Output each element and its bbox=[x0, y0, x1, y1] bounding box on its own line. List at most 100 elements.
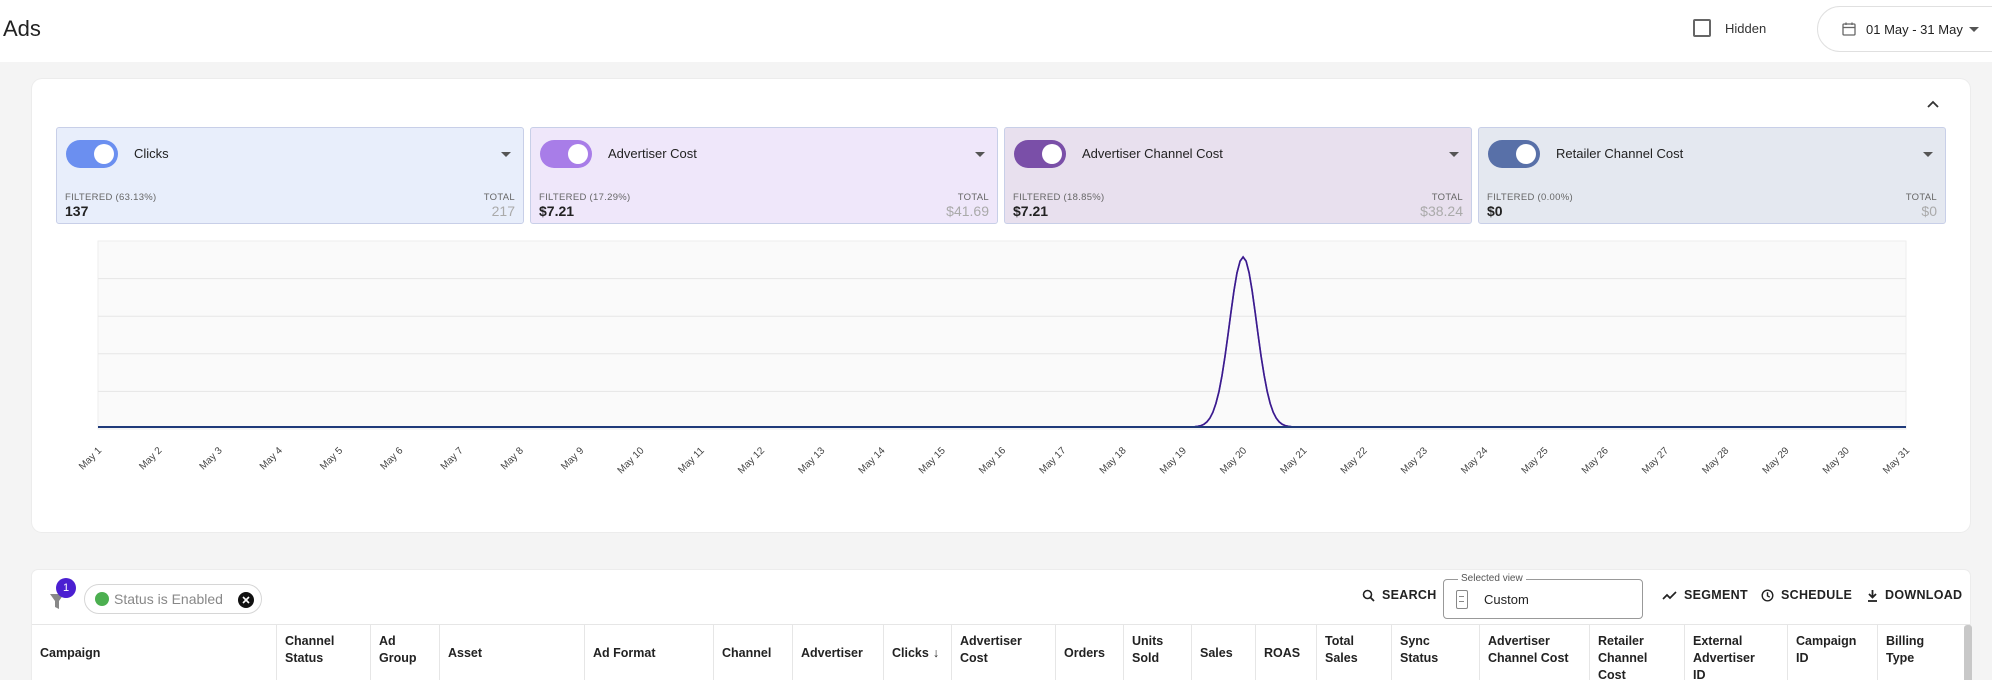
line-chart: May 1 May 2 May 3 May 4 May 5 May 6 May 7 May 8… bbox=[77, 240, 1912, 476]
column-header[interactable]: Sales bbox=[1192, 625, 1256, 680]
chevron-down-icon[interactable] bbox=[975, 152, 985, 157]
collapse-button[interactable] bbox=[1922, 93, 1944, 115]
chevron-down-icon bbox=[1968, 26, 1979, 32]
date-range-picker[interactable]: 01 May - 31 May bbox=[1817, 6, 1992, 52]
column-header[interactable]: Orders bbox=[1056, 625, 1124, 680]
metric-filtered-value: $0 bbox=[1487, 203, 1503, 219]
x-tick-label: May 14 bbox=[857, 445, 888, 476]
metric-filtered-value: $7.21 bbox=[1013, 203, 1049, 219]
column-header-label: Billing Type bbox=[1886, 634, 1925, 665]
x-tick-label: May 29 bbox=[1761, 445, 1792, 476]
chevron-down-icon[interactable] bbox=[501, 152, 511, 157]
metric-toggle[interactable] bbox=[1014, 140, 1066, 168]
chevron-down-icon[interactable] bbox=[1449, 152, 1459, 157]
schedule-label: SCHEDULE bbox=[1781, 588, 1853, 602]
search-label: SEARCH bbox=[1382, 588, 1437, 602]
x-tick-label: May 4 bbox=[258, 445, 285, 472]
x-tick-label: May 1 bbox=[77, 445, 104, 472]
column-header[interactable]: ROAS bbox=[1256, 625, 1317, 680]
selected-view-select[interactable]: Selected view Custom bbox=[1443, 573, 1643, 619]
scrollbar[interactable] bbox=[1964, 625, 1972, 680]
search-icon bbox=[1362, 589, 1375, 602]
selected-view-value: Custom bbox=[1484, 592, 1529, 607]
toggle-knob bbox=[1516, 144, 1536, 164]
metric-toggle[interactable] bbox=[540, 140, 592, 168]
column-header[interactable]: Billing Type bbox=[1878, 625, 1970, 680]
metric-filtered-label: FILTERED (0.00%) bbox=[1487, 192, 1573, 203]
column-header-label: Asset bbox=[448, 645, 483, 660]
date-range-label: 01 May - 31 May bbox=[1866, 21, 1963, 37]
metric-toggle[interactable] bbox=[66, 140, 118, 168]
column-header[interactable]: Ad Group bbox=[371, 625, 440, 680]
column-header[interactable]: Campaign ID bbox=[1788, 625, 1878, 680]
hidden-label: Hidden bbox=[1725, 20, 1767, 36]
toggle-knob bbox=[568, 144, 588, 164]
x-tick-label: May 12 bbox=[736, 445, 767, 476]
metric-card: Advertiser Channel Cost FILTERED (18.85%)… bbox=[1004, 127, 1472, 224]
metric-total-label: TOTAL bbox=[1431, 192, 1463, 203]
column-header-label: Retailer Channel Cost bbox=[1598, 634, 1648, 680]
x-tick-label: May 20 bbox=[1218, 445, 1249, 476]
metric-filtered-label: FILTERED (18.85%) bbox=[1013, 192, 1105, 203]
x-tick-label: May 25 bbox=[1520, 445, 1551, 476]
metric-filtered-label: FILTERED (63.13%) bbox=[65, 192, 157, 203]
column-header[interactable]: Advertiser Cost bbox=[952, 625, 1056, 680]
column-header-label: Total Sales bbox=[1325, 634, 1358, 665]
column-header[interactable]: Channel bbox=[714, 625, 793, 680]
x-tick-label: May 30 bbox=[1821, 445, 1852, 476]
search-button[interactable]: SEARCH bbox=[1362, 588, 1437, 602]
metric-total-value: $38.24 bbox=[1420, 203, 1463, 219]
column-header-label: Ad Format bbox=[593, 645, 656, 660]
schedule-button[interactable]: SCHEDULE bbox=[1761, 588, 1852, 602]
x-tick-label: May 31 bbox=[1881, 445, 1912, 476]
column-header[interactable]: Total Sales bbox=[1317, 625, 1392, 680]
view-icon bbox=[1456, 590, 1468, 609]
column-header[interactable]: Asset bbox=[440, 625, 585, 680]
download-button[interactable]: DOWNLOAD bbox=[1867, 588, 1962, 602]
column-header[interactable]: Clicks ↓ bbox=[884, 625, 952, 680]
column-header[interactable]: Sync Status bbox=[1392, 625, 1480, 680]
metric-total-label: TOTAL bbox=[957, 192, 989, 203]
hidden-toggle[interactable]: Hidden bbox=[1693, 19, 1766, 37]
top-bar: Ads Hidden 01 May - 31 May bbox=[0, 0, 1992, 62]
trending-icon bbox=[1662, 590, 1677, 600]
x-tick-label: May 8 bbox=[499, 445, 526, 472]
x-tick-label: May 5 bbox=[318, 445, 345, 472]
x-tick-label: May 24 bbox=[1459, 445, 1490, 476]
column-header[interactable]: Advertiser bbox=[793, 625, 884, 680]
column-header[interactable]: Units Sold bbox=[1124, 625, 1192, 680]
x-tick-label: May 23 bbox=[1399, 445, 1430, 476]
segment-button[interactable]: SEGMENT bbox=[1662, 588, 1748, 602]
x-tick-label: May 2 bbox=[137, 445, 164, 472]
column-header[interactable]: Campaign bbox=[32, 625, 277, 680]
segment-label: SEGMENT bbox=[1684, 588, 1748, 602]
x-tick-label: May 27 bbox=[1640, 445, 1671, 476]
toggle-knob bbox=[94, 144, 114, 164]
metric-filtered-value: 137 bbox=[65, 203, 89, 219]
hidden-checkbox[interactable] bbox=[1693, 19, 1711, 37]
x-tick-label: May 7 bbox=[439, 445, 466, 472]
chevron-down-icon[interactable] bbox=[1923, 152, 1933, 157]
metric-toggle[interactable] bbox=[1488, 140, 1540, 168]
column-header[interactable]: Ad Format bbox=[585, 625, 714, 680]
filter-chip[interactable]: Status is Enabled bbox=[84, 584, 262, 614]
metric-card: Clicks FILTERED (63.13%) 137 TOTAL 217 bbox=[56, 127, 524, 224]
column-header-label: Advertiser Cost bbox=[960, 634, 1022, 665]
close-icon[interactable] bbox=[238, 592, 254, 608]
x-tick-label: May 18 bbox=[1098, 445, 1129, 476]
column-header[interactable]: Channel Status bbox=[277, 625, 371, 680]
metric-name: Advertiser Cost bbox=[608, 146, 697, 161]
table-header: Campaign Channel Status Ad Group Asset Ad Fo… bbox=[32, 624, 1970, 680]
column-header[interactable]: External Advertiser ID bbox=[1685, 625, 1788, 680]
chart-card: Clicks FILTERED (63.13%) 137 TOTAL 217 Advert… bbox=[32, 79, 1970, 532]
metric-total-value: $41.69 bbox=[946, 203, 989, 219]
x-tick-label: May 19 bbox=[1158, 445, 1189, 476]
x-tick-label: May 10 bbox=[616, 445, 647, 476]
column-header[interactable]: Advertiser Channel Cost bbox=[1480, 625, 1590, 680]
plot-area bbox=[97, 240, 1907, 430]
calendar-icon bbox=[1842, 22, 1856, 36]
metric-name: Advertiser Channel Cost bbox=[1082, 146, 1223, 161]
metric-filtered-value: $7.21 bbox=[539, 203, 575, 219]
column-header[interactable]: Retailer Channel Cost bbox=[1590, 625, 1685, 680]
metric-name: Retailer Channel Cost bbox=[1556, 146, 1684, 161]
